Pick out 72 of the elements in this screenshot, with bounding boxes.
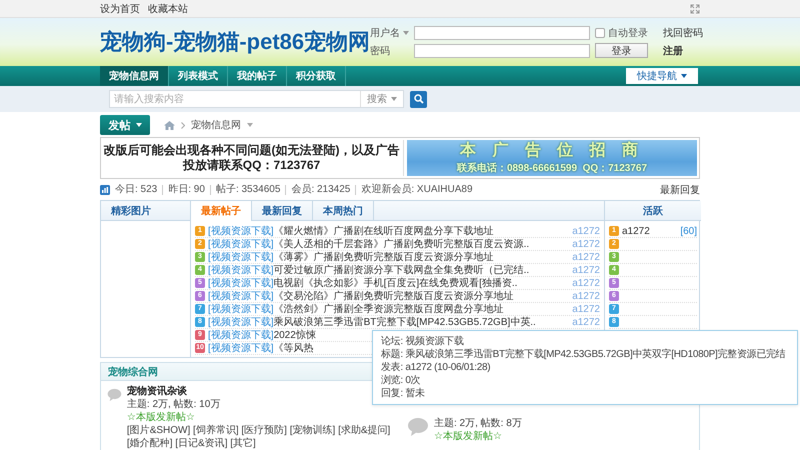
subforum-link[interactable]: [日记&资讯] xyxy=(175,438,228,449)
forum-name-link[interactable]: 宠物资讯杂谈 xyxy=(126,385,187,398)
post-title-link[interactable]: [视频资源下载]《交易沦陷》广播剧免费听完整版百度云资源分享地址 xyxy=(208,289,514,303)
tooltip-line: 回复: 暂未 xyxy=(381,387,426,400)
ad-headline: 本 广 告 位 招 商 xyxy=(460,142,644,160)
user-link[interactable]: a1272 xyxy=(622,226,650,236)
speech-bubble-icon xyxy=(407,417,429,437)
subforum-link[interactable]: [婚介配种] xyxy=(126,438,172,449)
subforum-link[interactable]: [医疗预防] xyxy=(241,425,287,436)
search-field[interactable]: 请输入搜索内容 搜索 xyxy=(109,90,404,108)
subforum-link[interactable]: [宠物训练] xyxy=(290,425,336,436)
nav-tab[interactable]: 宠物信息网 xyxy=(100,66,169,86)
quick-nav-button[interactable]: 快捷导航 xyxy=(626,68,698,84)
bar-chart-icon xyxy=(100,185,110,195)
notice-text: 改版后可能会出现各种不同问题(如无法登陆)，以及广告投放请联系QQ：7123767 xyxy=(103,140,404,176)
tooltip-line: 标题: 乘风破浪第三季迅雷BT完整下载[MP42.53GB5.72GB]中英双字[HD1080P]完整资源已完结 xyxy=(381,348,786,361)
forum-stats: 主题: 2万, 帖数: 10万 xyxy=(126,398,220,411)
password-field[interactable] xyxy=(414,44,590,58)
section-title: 精彩图片 xyxy=(110,204,152,218)
breadcrumb-link[interactable]: 宠物信息网 xyxy=(191,118,241,132)
username-field[interactable] xyxy=(414,26,590,40)
post-title-link[interactable]: [视频资源下载]《耀火燃情》广播剧在线听百度网盘分享下载地址 xyxy=(208,224,494,238)
subforum-link[interactable]: [求助&提问] xyxy=(338,425,390,436)
ad-contact: 联系电话：0898-66661599 QQ：7123767 xyxy=(456,162,648,174)
post-title-link[interactable]: [视频资源下载]电视剧《执念如影》手机[百度云]在线免费观看[独播资.. xyxy=(208,276,518,290)
section-title: 活跃 xyxy=(642,204,664,218)
caret-icon xyxy=(681,74,687,78)
tooltip-line: 浏览: 0次 xyxy=(381,374,422,387)
forum-stats: 主题: 2万, 帖数: 8万 xyxy=(434,417,522,430)
register-link[interactable]: 注册 xyxy=(663,44,704,58)
post-title-link[interactable]: [视频资源下载]乘风破浪第三季迅雷BT完整下载[MP42.53GB5.72GB]中英.. xyxy=(208,315,536,329)
caret-icon xyxy=(136,123,142,127)
password-label: 密码 xyxy=(370,44,392,58)
caret-icon xyxy=(247,123,253,127)
post-title-link[interactable]: [视频资源下载]《薄雾》广播剧免费听完整版百度云资源分享地址 xyxy=(208,250,494,264)
caret-icon xyxy=(403,31,410,35)
subforum-link[interactable]: [图片&SHOW] xyxy=(126,425,190,436)
expand-icon[interactable] xyxy=(690,4,700,14)
post-title-link[interactable]: [视频资源下载]2022惊悚 xyxy=(208,328,316,342)
panel-tab[interactable]: 本周热门 xyxy=(313,201,374,220)
stat-text: 会员: 213425 xyxy=(285,185,356,195)
stat-text: 欢迎新会员: XUAIHUA89 xyxy=(355,185,478,195)
stat-text: 今日: 523 xyxy=(114,185,158,195)
subforum-link[interactable]: [其它] xyxy=(230,438,256,449)
site-title: 宠物狗-宠物猫-pet86宠物网 xyxy=(100,29,370,56)
tooltip-line: 发表: a1272 (10-06/01:28) xyxy=(381,361,492,374)
post-count: [60] xyxy=(680,226,697,236)
post-title-link[interactable]: [视频资源下载]《等风热 xyxy=(208,341,314,355)
search-button[interactable] xyxy=(410,90,427,108)
checkbox[interactable] xyxy=(595,28,606,38)
subforum-link[interactable]: [饲养常识] xyxy=(193,425,239,436)
username-label[interactable]: 用户名 xyxy=(370,26,410,40)
chevron-icon xyxy=(181,122,185,128)
section-title: 宠物综合网 xyxy=(108,365,158,378)
post-title-link[interactable]: [视频资源下载]《美人丞相的千层套路》广播剧免费听完整版百度云资源.. xyxy=(208,237,530,251)
caret-icon xyxy=(391,97,397,101)
post-button[interactable]: 发帖 xyxy=(100,115,150,135)
auto-login-label: 自动登录 xyxy=(608,27,648,40)
post-title-link[interactable]: [视频资源下载]可爱过敏原广播剧资源分享下载网盘全集免费听（已完结.. xyxy=(208,263,530,277)
post-title-link[interactable]: [视频资源下载]《浩然剑》广播剧全季资源完整版百度网盘分享地址 xyxy=(208,302,504,316)
latest-replies-link[interactable]: 最新回复 xyxy=(660,183,700,197)
login-button[interactable]: 登录 xyxy=(595,43,648,58)
panel-tab[interactable]: 最新回复 xyxy=(252,201,313,220)
forgot-password-link[interactable]: 找回密码 xyxy=(663,26,704,40)
search-type-dropdown[interactable]: 搜索 xyxy=(360,91,403,107)
stat-text: 昨日: 90 xyxy=(162,185,210,195)
tooltip-line: 论坛: 视频资源下载 xyxy=(381,335,465,348)
top-link[interactable]: 设为首页 xyxy=(100,2,140,16)
home-icon[interactable] xyxy=(164,120,175,130)
top-link[interactable]: 收藏本站 xyxy=(148,2,188,16)
stat-text: 帖子: 3534605 xyxy=(210,185,286,195)
search-icon xyxy=(414,94,424,104)
